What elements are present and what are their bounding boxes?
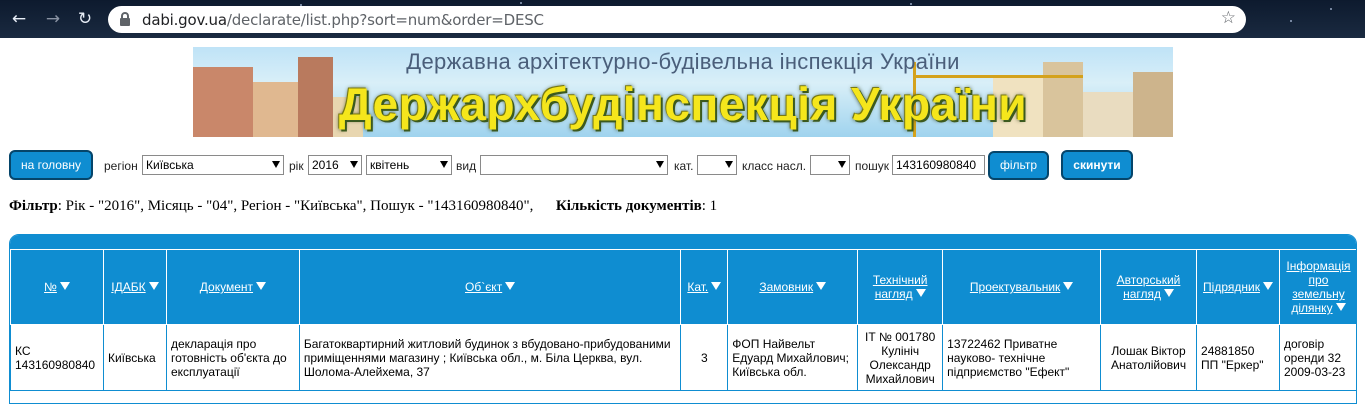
column-header-num[interactable]: № bbox=[10, 249, 104, 325]
region-label: регіон bbox=[104, 159, 138, 173]
cell-contractor: 24881850 ПП "Еркер" bbox=[1196, 324, 1280, 391]
type-select[interactable] bbox=[480, 155, 668, 175]
region-select[interactable]: Київська bbox=[142, 155, 284, 175]
filter-summary-text: : Рік - "2016", Місяць - "04", Регіон - … bbox=[57, 198, 534, 214]
search-label: пошук bbox=[855, 159, 890, 173]
declarations-table: № ІДАБК Документ Об`єкт Кат. Замовник Те… bbox=[9, 234, 1357, 404]
column-header-designer[interactable]: Проектувальник bbox=[942, 249, 1102, 325]
site-banner: Державна архітектурно-будівельна інспекц… bbox=[193, 47, 1173, 137]
cell-customer: ФОП Найвельт Едуард Михайлович; Київська… bbox=[727, 324, 859, 391]
sort-desc-icon bbox=[816, 282, 827, 290]
cell-category: 3 bbox=[680, 324, 729, 391]
sort-desc-icon bbox=[256, 282, 267, 290]
back-icon[interactable]: ← bbox=[8, 8, 30, 30]
year-label: рік bbox=[289, 159, 304, 173]
reload-icon[interactable]: ↻ bbox=[74, 8, 96, 30]
cell-land-info: договір оренди 32 2009-03-23 bbox=[1278, 324, 1356, 391]
address-bar[interactable]: dabi.gov.ua/declarate/list.php?sort=num&… bbox=[108, 6, 1246, 33]
column-header-category[interactable]: Кат. bbox=[680, 249, 729, 325]
sort-desc-icon bbox=[1335, 303, 1346, 311]
column-header-document[interactable]: Документ bbox=[165, 249, 300, 325]
table-row: КС 143160980840 Київська декларація про … bbox=[10, 324, 1356, 391]
cell-document: декларація про готовність об'єкта до екс… bbox=[165, 324, 300, 391]
sort-desc-icon bbox=[59, 282, 70, 290]
document-count-value: : 1 bbox=[701, 198, 718, 214]
home-button[interactable]: на головну bbox=[9, 150, 93, 180]
chevron-down-icon bbox=[656, 161, 664, 168]
year-select[interactable]: 2016 bbox=[308, 155, 362, 175]
cell-object: Багатоквартирний житловий будинок з вбуд… bbox=[298, 324, 682, 391]
column-header-contractor[interactable]: Підрядник bbox=[1196, 249, 1280, 325]
column-header-author-supervision[interactable]: Авторський нагляд bbox=[1100, 249, 1198, 325]
banner-subtitle: Державна архітектурно-будівельна інспекц… bbox=[406, 49, 960, 74]
chevron-down-icon bbox=[725, 161, 733, 168]
type-label: вид bbox=[456, 159, 477, 173]
chevron-down-icon bbox=[350, 161, 358, 168]
document-count-label: Кількість документів bbox=[555, 198, 702, 214]
lock-icon bbox=[120, 12, 130, 26]
column-header-land-info[interactable]: Інформація про земельну ділянку bbox=[1278, 249, 1356, 325]
banner-title: Держархбудінспекція України bbox=[338, 78, 1028, 130]
browser-toolbar: ← → ↻ dabi.gov.ua/declarate/list.php?sor… bbox=[0, 0, 1365, 38]
sort-desc-icon bbox=[915, 289, 926, 297]
sort-desc-icon bbox=[711, 282, 722, 290]
forward-icon[interactable]: → bbox=[42, 8, 64, 30]
category-select[interactable] bbox=[697, 155, 737, 175]
column-header-customer[interactable]: Замовник bbox=[727, 249, 859, 325]
cell-tech-supervision: ІТ № 001780 Кулініч Олександр Михайлович bbox=[857, 324, 944, 391]
category-label: кат. bbox=[674, 159, 694, 173]
chevron-down-icon bbox=[838, 161, 846, 168]
sort-desc-icon bbox=[1063, 282, 1074, 290]
cell-idabk: Київська bbox=[102, 324, 167, 391]
cell-author-supervision: Лошак Віктор Анатолійович bbox=[1100, 324, 1198, 391]
filter-summary: Фільтр: Рік - "2016", Місяць - "04", Рег… bbox=[9, 198, 717, 215]
month-select[interactable]: квітень bbox=[366, 155, 452, 175]
column-header-idabk[interactable]: ІДАБК bbox=[102, 249, 167, 325]
chevron-down-icon bbox=[272, 161, 280, 168]
filter-button[interactable]: фільтр bbox=[988, 151, 1049, 180]
column-header-tech-supervision[interactable]: Технічний нагляд bbox=[857, 249, 944, 325]
column-header-object[interactable]: Об`єкт bbox=[298, 249, 682, 325]
cell-num: КС 143160980840 bbox=[10, 324, 104, 391]
search-input[interactable]: 143160980840 bbox=[892, 155, 985, 175]
url-text: dabi.gov.ua/declarate/list.php?sort=num&… bbox=[142, 11, 544, 29]
sort-desc-icon bbox=[505, 282, 516, 290]
cell-designer: 13722462 Приватне науково- технічне підп… bbox=[942, 324, 1102, 391]
sort-desc-icon bbox=[1163, 289, 1174, 297]
bookmark-star-icon[interactable]: ☆ bbox=[1221, 8, 1236, 28]
filter-summary-label: Фільтр bbox=[9, 198, 58, 214]
class-select[interactable] bbox=[810, 155, 850, 175]
class-label: класс насл. bbox=[742, 159, 807, 173]
table-header-row: № ІДАБК Документ Об`єкт Кат. Замовник Те… bbox=[10, 249, 1356, 325]
sort-desc-icon bbox=[148, 282, 159, 290]
chevron-down-icon bbox=[440, 161, 448, 168]
reset-button[interactable]: скинути bbox=[1061, 150, 1133, 180]
sort-desc-icon bbox=[1262, 282, 1273, 290]
